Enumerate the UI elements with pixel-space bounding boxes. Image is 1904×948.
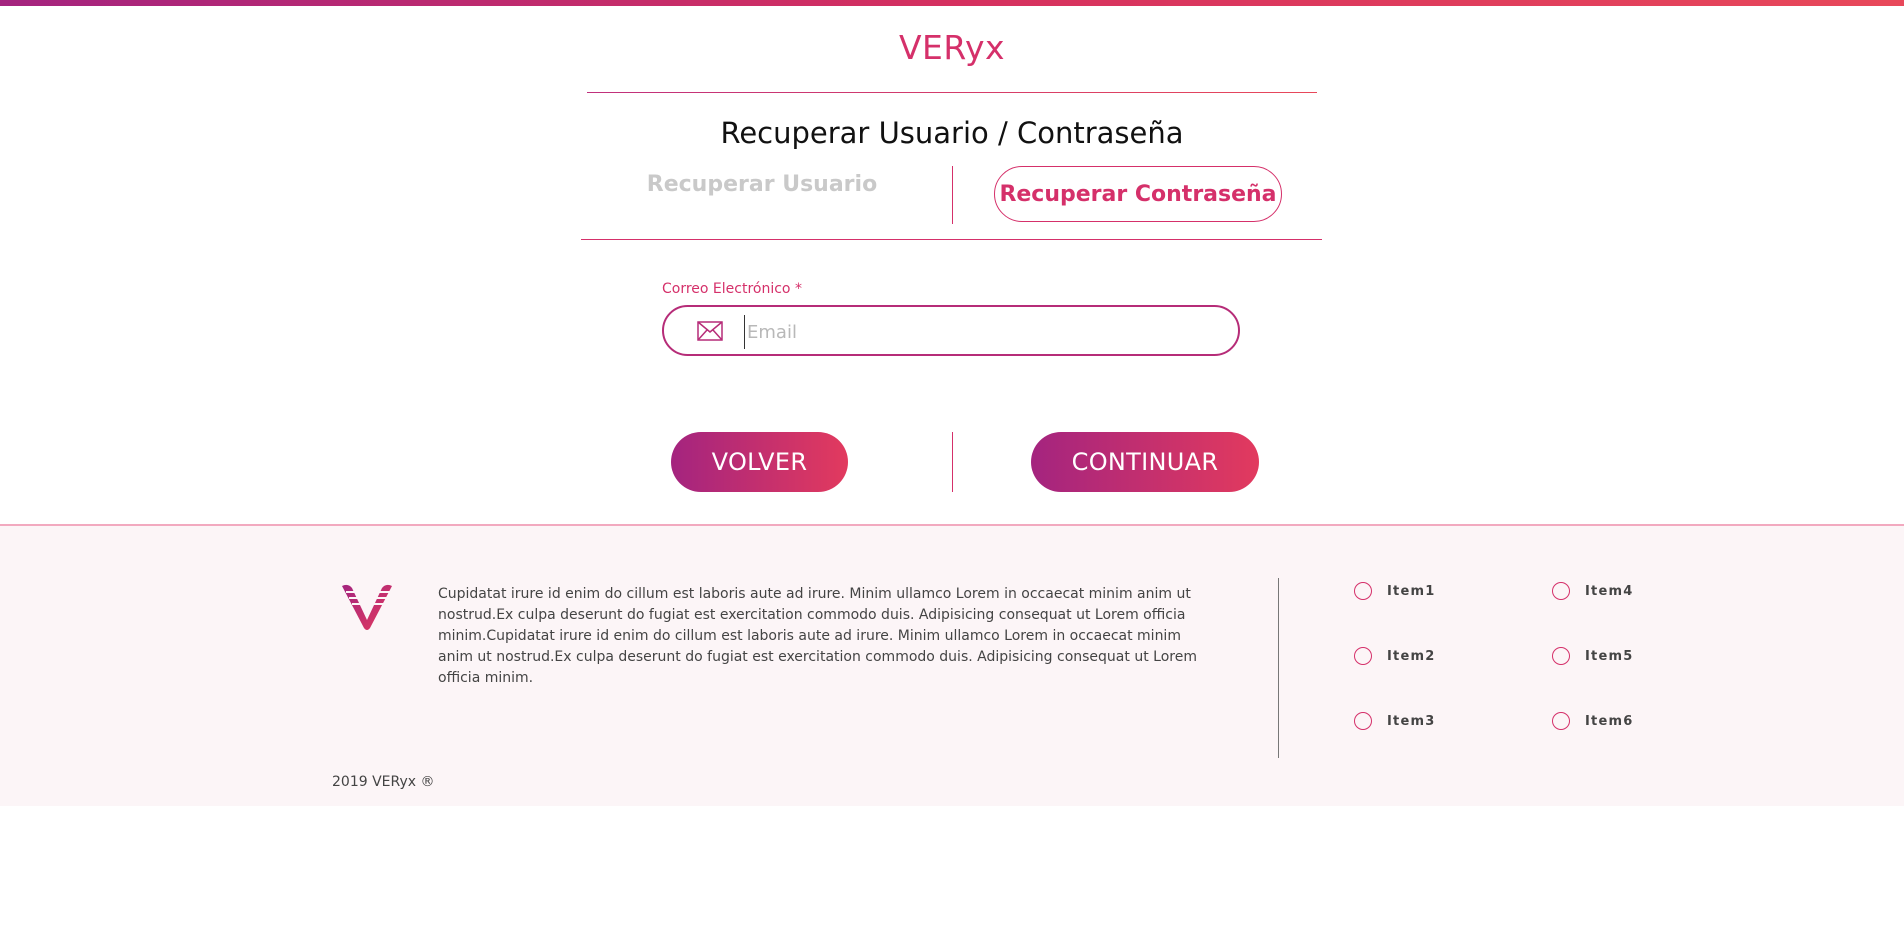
radio-icon	[1552, 712, 1570, 730]
envelope-icon	[697, 321, 723, 341]
footer-item-label: Item4	[1585, 583, 1634, 599]
back-button[interactable]: VOLVER	[671, 432, 848, 492]
radio-icon	[1354, 647, 1372, 665]
radio-icon	[1354, 712, 1372, 730]
footer-item-label: Item3	[1387, 713, 1436, 729]
footer-item-label: Item6	[1585, 713, 1634, 729]
radio-icon	[1552, 647, 1570, 665]
footer: Cupidatat irure id enim do cillum est la…	[0, 524, 1904, 806]
footer-item-3[interactable]: Item3	[1354, 712, 1435, 730]
tab-recover-password[interactable]: Recuperar Contraseña	[994, 166, 1282, 222]
footer-item-4[interactable]: Item4	[1552, 582, 1633, 600]
veryx-logo-icon	[342, 584, 392, 630]
buttons-separator	[952, 432, 953, 492]
footer-item-label: Item2	[1387, 648, 1436, 664]
footer-item-label: Item5	[1585, 648, 1634, 664]
tabs-divider	[581, 239, 1322, 240]
footer-item-5[interactable]: Item5	[1552, 647, 1633, 665]
footer-item-1[interactable]: Item1	[1354, 582, 1435, 600]
brand-title: VERyx	[898, 28, 1006, 67]
email-label: Correo Electrónico *	[662, 281, 802, 297]
header-divider	[587, 92, 1317, 93]
page-title: Recuperar Usuario / Contraseña	[720, 116, 1184, 150]
copyright-text: 2019 VERyx ®	[332, 774, 435, 790]
footer-item-label: Item1	[1387, 583, 1436, 599]
email-field-wrapper	[662, 305, 1240, 356]
radio-icon	[1354, 582, 1372, 600]
tab-recover-user[interactable]: Recuperar Usuario	[640, 172, 884, 197]
tab-separator	[952, 166, 953, 224]
continue-button[interactable]: CONTINUAR	[1031, 432, 1259, 492]
footer-item-6[interactable]: Item6	[1552, 712, 1633, 730]
footer-description: Cupidatat irure id enim do cillum est la…	[438, 586, 1197, 686]
footer-separator	[1278, 578, 1279, 758]
top-accent-bar	[0, 0, 1904, 6]
footer-item-2[interactable]: Item2	[1354, 647, 1435, 665]
radio-icon	[1552, 582, 1570, 600]
email-input[interactable]	[744, 315, 1229, 349]
